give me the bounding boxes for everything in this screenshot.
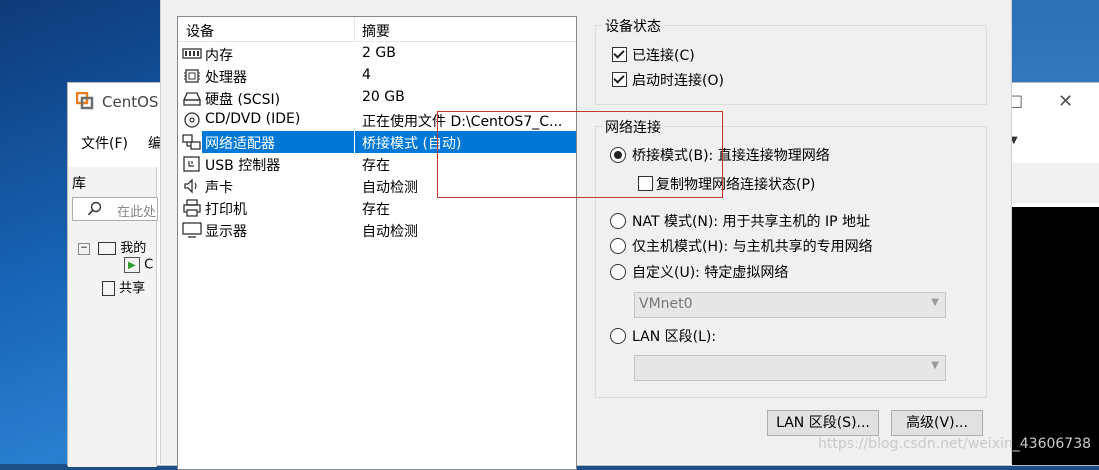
device-name: CD/DVD (IDE) <box>205 111 301 127</box>
device-name: 打印机 <box>205 202 247 218</box>
device-name: 内存 <box>205 48 233 64</box>
custom-network-select[interactable]: VMnet0 ▼ <box>634 292 946 318</box>
device-name: 网络适配器 <box>205 136 275 152</box>
tree-item-my-computer[interactable]: − 我的 <box>78 237 146 256</box>
usb-icon <box>183 156 200 172</box>
device-status-group: 设备状态 已连接(C) 启动时连接(O) <box>595 16 987 105</box>
device-summary: 2 GB <box>362 45 396 61</box>
vm-console-area[interactable] <box>1012 207 1099 465</box>
vm-settings-dialog: 设备 摘要 内存 2 GB 处理器 4 硬盘 (SCSI) 20 GB CD/D… <box>160 0 1012 470</box>
device-row-hard-disk[interactable]: 硬盘 (SCSI) 20 GB <box>178 87 576 109</box>
connected-checkbox[interactable] <box>612 47 627 62</box>
device-row-processor[interactable]: 处理器 4 <box>178 65 576 87</box>
device-summary: 存在 <box>362 202 390 218</box>
column-summary[interactable]: 摘要 <box>362 21 390 41</box>
lan-segments-button[interactable]: LAN 区段(S)... <box>767 410 879 436</box>
custom-radio[interactable] <box>610 264 626 280</box>
library-search-input[interactable]: 在此处 <box>72 197 158 221</box>
tree-item-label: C <box>144 257 154 273</box>
printer-icon <box>183 199 201 217</box>
connect-at-power-on-label[interactable]: 启动时连接(O) <box>632 70 724 90</box>
column-device[interactable]: 设备 <box>186 21 214 41</box>
device-summary: 4 <box>362 67 371 83</box>
shared-vm-icon <box>102 281 115 296</box>
device-summary: 存在 <box>362 158 390 174</box>
advanced-button[interactable]: 高级(V)... <box>891 410 983 436</box>
menu-file[interactable]: 文件(F) <box>81 133 128 153</box>
device-summary: 自动检测 <box>362 180 418 196</box>
background-menu-bar: 文件(F) 编 <box>68 127 162 157</box>
tree-item-centos[interactable]: ▶ C <box>124 257 153 273</box>
connected-label[interactable]: 已连接(C) <box>632 45 695 65</box>
device-name: 硬盘 (SCSI) <box>205 92 281 108</box>
tree-item-label: 共享 <box>119 281 146 296</box>
cd-dvd-icon <box>184 112 200 128</box>
custom-label[interactable]: 自定义(U): 特定虚拟网络 <box>632 262 788 282</box>
device-name: 声卡 <box>205 180 233 196</box>
search-icon <box>87 201 102 216</box>
vmware-logo-icon <box>76 92 94 110</box>
monitor-icon <box>182 222 202 238</box>
device-summary: 自动检测 <box>362 224 418 240</box>
chevron-down-icon: ▼ <box>931 360 939 371</box>
connect-at-power-on-checkbox[interactable] <box>612 72 627 87</box>
network-adapter-icon <box>182 134 201 150</box>
device-list[interactable]: 设备 摘要 内存 2 GB 处理器 4 硬盘 (SCSI) 20 GB CD/D… <box>177 16 577 470</box>
host-only-radio[interactable] <box>610 238 626 254</box>
background-app-name: CentOS <box>102 93 159 111</box>
library-title: 库 <box>72 176 86 192</box>
custom-network-value: VMnet0 <box>639 296 693 312</box>
device-summary: 20 GB <box>362 89 405 105</box>
close-icon[interactable]: ✕ <box>1058 91 1073 112</box>
chevron-down-icon: ▼ <box>931 297 939 308</box>
tree-item-label: 我的 <box>120 241 147 256</box>
lan-segment-radio[interactable] <box>610 328 626 344</box>
column-separator <box>354 17 355 41</box>
memory-icon <box>182 48 202 59</box>
tree-collapse-icon[interactable]: − <box>78 242 90 255</box>
lan-segment-select[interactable]: ▼ <box>634 355 946 381</box>
device-row-printer[interactable]: 打印机 存在 <box>178 197 576 219</box>
device-row-memory[interactable]: 内存 2 GB <box>178 43 576 65</box>
hard-disk-icon <box>183 92 201 106</box>
highlight-annotation-box <box>437 111 723 198</box>
host-only-label[interactable]: 仅主机模式(H): 与主机共享的专用网络 <box>632 236 873 256</box>
device-status-title: 设备状态 <box>602 16 664 36</box>
lan-segment-label[interactable]: LAN 区段(L): <box>632 326 716 346</box>
sound-icon <box>184 178 197 194</box>
device-row-monitor[interactable]: 显示器 自动检测 <box>178 219 576 241</box>
processor-icon <box>184 69 200 83</box>
device-name: 处理器 <box>205 70 247 86</box>
nat-radio[interactable] <box>610 213 626 229</box>
library-panel: 库 在此处 − 我的 ▶ C 共享 <box>68 167 158 467</box>
device-list-header: 设备 摘要 <box>178 17 576 42</box>
nat-label[interactable]: NAT 模式(N): 用于共享主机的 IP 地址 <box>632 211 870 231</box>
library-search-placeholder: 在此处 <box>117 205 157 220</box>
watermark-text: https://blog.csdn.net/weixin_43606738 <box>818 436 1092 452</box>
computer-icon <box>98 242 117 255</box>
vm-running-icon: ▶ <box>124 257 140 273</box>
background-right-strip <box>1012 163 1099 203</box>
device-name: 显示器 <box>205 224 247 240</box>
tree-item-shared[interactable]: 共享 <box>102 277 145 296</box>
device-name: USB 控制器 <box>205 158 281 174</box>
